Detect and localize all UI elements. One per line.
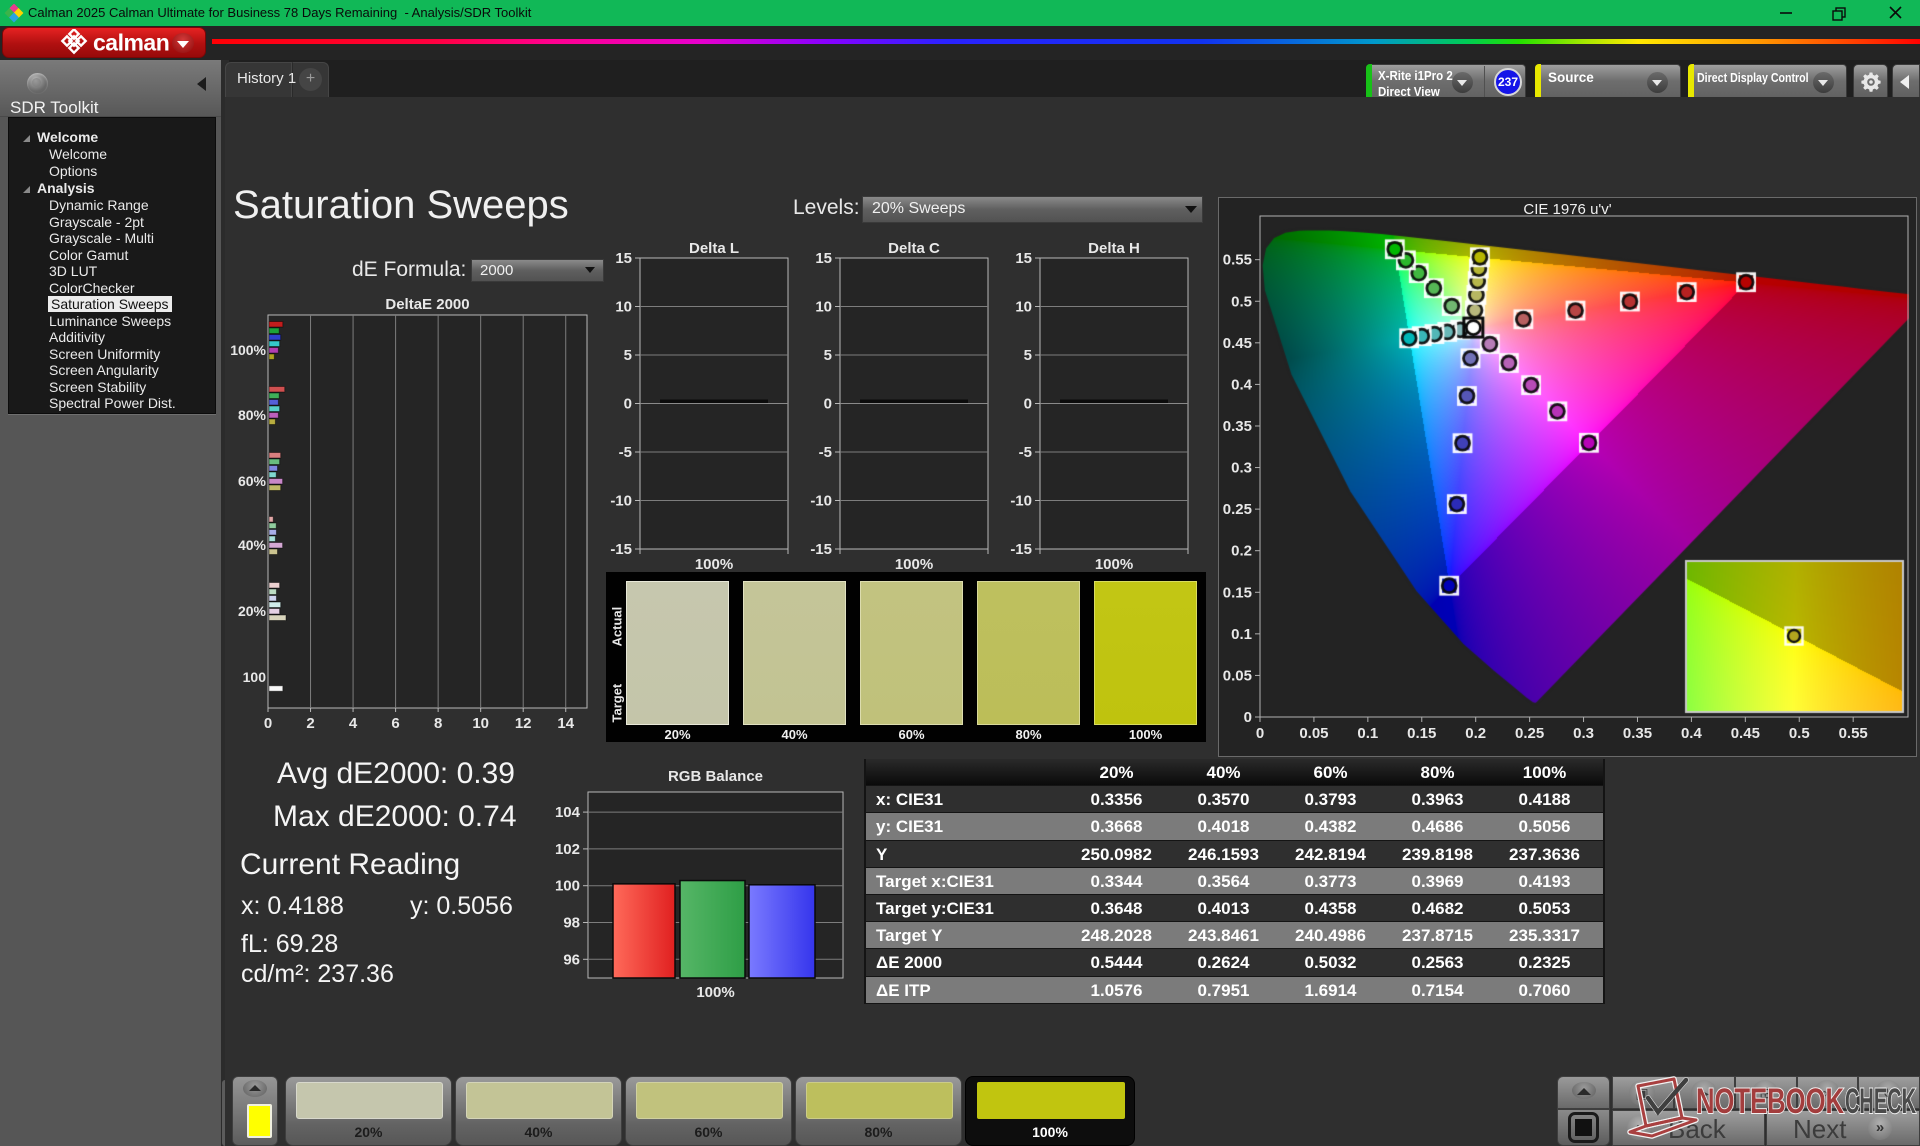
svg-text:0.3: 0.3	[1231, 460, 1252, 477]
svg-text:100%: 100%	[696, 984, 734, 1001]
svg-text:-15: -15	[810, 541, 832, 558]
svg-text:20%: 20%	[238, 603, 267, 619]
svg-text:0.5: 0.5	[1231, 293, 1252, 310]
svg-text:5: 5	[824, 347, 832, 364]
svg-text:10: 10	[615, 299, 632, 316]
svg-text:0: 0	[624, 396, 632, 413]
svg-text:-5: -5	[1019, 444, 1032, 461]
svg-text:4: 4	[349, 715, 358, 732]
svg-text:12: 12	[515, 715, 532, 732]
svg-text:10: 10	[815, 299, 832, 316]
svg-text:102: 102	[555, 841, 580, 858]
svg-text:0.05: 0.05	[1299, 725, 1328, 742]
svg-text:100%: 100%	[1095, 556, 1133, 573]
svg-text:-5: -5	[819, 444, 832, 461]
svg-text:0: 0	[1024, 396, 1032, 413]
svg-text:10: 10	[1015, 299, 1032, 316]
svg-text:0.35: 0.35	[1223, 418, 1252, 435]
svg-text:-5: -5	[619, 444, 632, 461]
svg-text:Delta H: Delta H	[1088, 240, 1140, 257]
svg-text:0.4: 0.4	[1231, 376, 1253, 393]
svg-text:14: 14	[557, 715, 574, 732]
svg-text:0.15: 0.15	[1223, 584, 1252, 601]
svg-text:0.35: 0.35	[1623, 725, 1652, 742]
svg-text:104: 104	[555, 804, 581, 821]
svg-text:0.1: 0.1	[1357, 725, 1378, 742]
svg-text:-10: -10	[810, 493, 832, 510]
svg-text:0.3: 0.3	[1573, 725, 1594, 742]
svg-text:15: 15	[815, 250, 832, 267]
svg-text:0.5: 0.5	[1789, 725, 1810, 742]
svg-text:100: 100	[555, 878, 580, 895]
svg-text:0.25: 0.25	[1515, 725, 1544, 742]
svg-text:5: 5	[1024, 347, 1032, 364]
svg-text:0.05: 0.05	[1223, 667, 1252, 684]
svg-text:RGB Balance: RGB Balance	[668, 768, 763, 785]
svg-text:0.45: 0.45	[1223, 335, 1252, 352]
svg-text:DeltaE 2000: DeltaE 2000	[385, 296, 469, 313]
svg-text:8: 8	[434, 715, 442, 732]
svg-text:100: 100	[243, 669, 267, 685]
svg-text:-10: -10	[610, 493, 632, 510]
svg-text:0.15: 0.15	[1407, 725, 1436, 742]
svg-text:0.45: 0.45	[1731, 725, 1760, 742]
svg-text:-10: -10	[1010, 493, 1032, 510]
svg-text:96: 96	[563, 951, 580, 968]
svg-text:15: 15	[615, 250, 632, 267]
svg-text:CHECK: CHECK	[1845, 1082, 1916, 1121]
svg-text:0.1: 0.1	[1231, 626, 1252, 643]
svg-text:-15: -15	[610, 541, 632, 558]
svg-text:NOTEBOOK: NOTEBOOK	[1696, 1082, 1844, 1121]
svg-text:60%: 60%	[238, 473, 267, 489]
svg-text:0.4: 0.4	[1681, 725, 1703, 742]
svg-text:Delta L: Delta L	[689, 240, 739, 257]
svg-text:0.55: 0.55	[1839, 725, 1868, 742]
svg-text:5: 5	[624, 347, 632, 364]
svg-text:0.55: 0.55	[1223, 252, 1252, 269]
svg-text:0: 0	[1256, 725, 1264, 742]
svg-text:10: 10	[472, 715, 489, 732]
svg-text:0: 0	[264, 715, 272, 732]
svg-text:-15: -15	[1010, 541, 1032, 558]
svg-text:100%: 100%	[695, 556, 733, 573]
svg-text:40%: 40%	[238, 537, 267, 553]
svg-text:2: 2	[306, 715, 314, 732]
svg-text:100%: 100%	[895, 556, 933, 573]
svg-text:0.2: 0.2	[1465, 725, 1486, 742]
svg-text:0.2: 0.2	[1231, 543, 1252, 560]
svg-text:98: 98	[563, 915, 580, 932]
svg-text:calman: calman	[93, 30, 169, 56]
svg-text:0: 0	[824, 396, 832, 413]
svg-text:Delta C: Delta C	[888, 240, 940, 257]
svg-text:80%: 80%	[238, 407, 267, 423]
svg-text:15: 15	[1015, 250, 1032, 267]
svg-text:100%: 100%	[230, 342, 266, 358]
svg-text:6: 6	[391, 715, 399, 732]
svg-text:0.25: 0.25	[1223, 501, 1252, 518]
svg-text:0: 0	[1244, 709, 1252, 726]
